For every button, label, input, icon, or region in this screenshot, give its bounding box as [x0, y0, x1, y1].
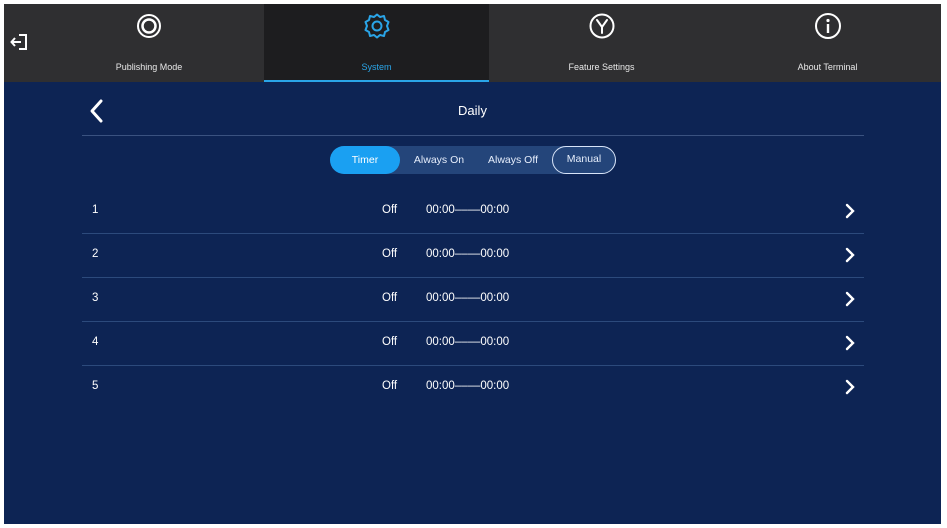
- row-number: 3: [92, 292, 99, 304]
- schedule-row[interactable]: 4 Off 00:00––––00:00: [82, 322, 864, 366]
- row-status: Off: [382, 204, 398, 216]
- gear-icon: [364, 13, 389, 39]
- mode-always-off-button[interactable]: Always Off: [478, 146, 548, 174]
- chevron-right-icon: [845, 247, 855, 263]
- row-number: 1: [92, 204, 99, 216]
- tab-label: About Terminal: [797, 62, 858, 72]
- y-circle-icon: [589, 13, 614, 39]
- row-time-range: 00:00––––00:00: [426, 204, 510, 216]
- row-time-range: 00:00––––00:00: [426, 248, 510, 260]
- row-number: 5: [92, 380, 99, 392]
- chevron-right-icon: [845, 291, 855, 307]
- row-number: 4: [92, 336, 99, 348]
- row-time-range: 00:00––––00:00: [426, 292, 510, 304]
- info-icon: [814, 13, 841, 39]
- tab-label: Publishing Mode: [115, 62, 183, 72]
- chevron-right-icon: [845, 203, 855, 219]
- row-status: Off: [382, 380, 398, 392]
- mode-timer-button[interactable]: Timer: [330, 146, 400, 174]
- tab-label: System: [361, 62, 392, 72]
- chevron-right-icon: [845, 379, 855, 395]
- mode-always-on-button[interactable]: Always On: [402, 146, 476, 174]
- mode-selector: Timer Always On Always Off Manual: [330, 146, 616, 174]
- schedule-row[interactable]: 3 Off 00:00––––00:00: [82, 278, 864, 322]
- tab-feature-settings[interactable]: Feature Settings: [489, 4, 714, 82]
- schedule-row[interactable]: 5 Off 00:00––––00:00: [82, 366, 864, 410]
- exit-icon[interactable]: [10, 32, 30, 52]
- schedule-row[interactable]: 2 Off 00:00––––00:00: [82, 234, 864, 278]
- row-status: Off: [382, 336, 398, 348]
- tab-label: Feature Settings: [568, 62, 635, 72]
- row-status: Off: [382, 248, 398, 260]
- page-title: Daily: [458, 103, 487, 118]
- top-navigation: Publishing Mode System Feature Settings …: [4, 4, 941, 82]
- row-time-range: 00:00––––00:00: [426, 380, 510, 392]
- tab-publishing-mode[interactable]: Publishing Mode: [34, 4, 264, 82]
- row-time-range: 00:00––––00:00: [426, 336, 510, 348]
- target-ring-icon: [137, 14, 161, 38]
- mode-manual-button[interactable]: Manual: [552, 146, 616, 174]
- chevron-right-icon: [845, 335, 855, 351]
- tab-system[interactable]: System: [264, 4, 489, 82]
- header-divider: [82, 135, 864, 136]
- row-number: 2: [92, 248, 99, 260]
- app-frame: Publishing Mode System Feature Settings …: [4, 4, 941, 524]
- tab-about-terminal[interactable]: About Terminal: [714, 4, 941, 82]
- schedule-row[interactable]: 1 Off 00:00––––00:00: [82, 190, 864, 234]
- row-status: Off: [382, 292, 398, 304]
